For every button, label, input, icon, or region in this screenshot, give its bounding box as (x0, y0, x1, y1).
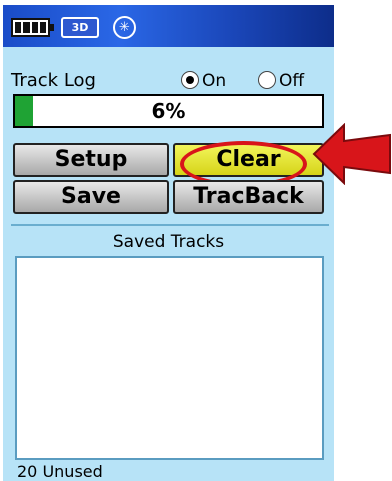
unused-count: 20 Unused (17, 462, 103, 481)
device-screen: 3D ✳ Track Log On Off 6% Setup Clear Sav… (3, 5, 334, 481)
divider (11, 224, 329, 226)
save-button[interactable]: Save (13, 180, 169, 214)
track-log-label: Track Log (11, 70, 96, 91)
saved-tracks-list[interactable] (15, 256, 324, 460)
battery-icon (11, 18, 54, 37)
3d-fix-icon: 3D (61, 17, 99, 38)
saved-tracks-title: Saved Tracks (112, 232, 225, 252)
track-log-on-label[interactable]: On (202, 71, 226, 91)
progress-percent: 6% (151, 99, 186, 123)
track-log-progress-bar: 6% (13, 94, 324, 128)
track-log-off-label[interactable]: Off (279, 71, 304, 91)
track-log-on-radio[interactable] (181, 71, 199, 89)
annotation-arrow-icon (312, 123, 391, 185)
compass-icon: ✳ (113, 16, 136, 39)
setup-button[interactable]: Setup (13, 143, 169, 177)
tracback-button[interactable]: TracBack (173, 180, 324, 214)
status-bar: 3D ✳ (3, 5, 334, 47)
track-log-off-radio[interactable] (258, 71, 276, 89)
